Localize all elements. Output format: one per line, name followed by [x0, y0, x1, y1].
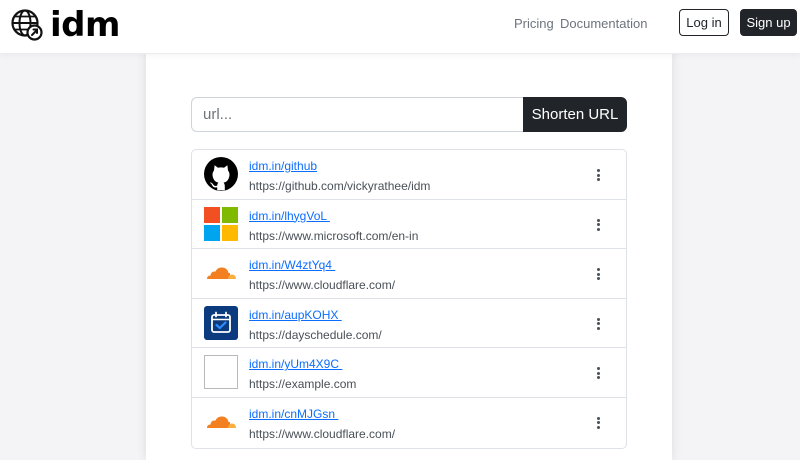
- shorten-url-button[interactable]: Shorten URL: [523, 97, 627, 132]
- more-options-icon[interactable]: [592, 365, 604, 381]
- short-link[interactable]: idm.in/W4ztYq4: [249, 258, 335, 272]
- more-options-icon[interactable]: [592, 217, 604, 233]
- broken-image-icon: [204, 355, 238, 390]
- list-item: idm.in/aupKOHX https://dayschedule.com/: [192, 299, 626, 349]
- list-item: idm.in/github https://github.com/vickyra…: [192, 150, 626, 200]
- brand-logo[interactable]: idm: [10, 5, 120, 45]
- long-url: https://example.com: [249, 377, 357, 392]
- list-item: idm.in/W4ztYq4 https://www.cloudflare.co…: [192, 249, 626, 299]
- login-button[interactable]: Log in: [679, 9, 729, 36]
- url-input[interactable]: [191, 97, 523, 132]
- list-item: idm.in/cnMJGsn https://www.cloudflare.co…: [192, 398, 626, 448]
- cloudflare-icon: [204, 256, 238, 290]
- globe-link-icon: [11, 9, 43, 41]
- more-options-icon[interactable]: [592, 266, 604, 282]
- short-link[interactable]: idm.in/yUm4X9C: [249, 357, 342, 371]
- long-url: https://www.cloudflare.com/: [249, 278, 396, 293]
- cloudflare-icon: [204, 405, 238, 439]
- list-item: idm.in/yUm4X9C https://example.com: [192, 348, 626, 398]
- short-link[interactable]: idm.in/github: [249, 159, 317, 173]
- short-link[interactable]: idm.in/lhygVoL: [249, 209, 330, 223]
- short-link[interactable]: idm.in/aupKOHX: [249, 308, 342, 322]
- main-card: Shorten URL idm.in/github https://github…: [146, 50, 672, 460]
- long-url: https://www.microsoft.com/en-in: [249, 228, 419, 243]
- signup-button[interactable]: Sign up: [740, 9, 797, 36]
- more-options-icon[interactable]: [592, 167, 604, 183]
- brand-name: idm: [50, 5, 120, 45]
- long-url: https://www.cloudflare.com/: [249, 426, 396, 441]
- shorten-form: Shorten URL: [191, 97, 627, 132]
- list-item: idm.in/lhygVoL https://www.microsoft.com…: [192, 200, 626, 250]
- short-link[interactable]: idm.in/cnMJGsn: [249, 407, 338, 421]
- navbar: idm Pricing Documentation Log in Sign up: [0, 0, 800, 54]
- more-options-icon[interactable]: [592, 316, 604, 332]
- long-url: https://github.com/vickyrathee/idm: [249, 179, 431, 193]
- link-list: idm.in/github https://github.com/vickyra…: [191, 149, 627, 449]
- long-url: https://dayschedule.com/: [249, 327, 382, 342]
- github-icon: [204, 157, 238, 191]
- more-options-icon[interactable]: [592, 415, 604, 431]
- nav-link-pricing[interactable]: Pricing: [514, 16, 554, 32]
- calendar-check-icon: [204, 305, 238, 340]
- microsoft-icon: [204, 206, 238, 241]
- nav-link-documentation[interactable]: Documentation: [560, 16, 647, 32]
